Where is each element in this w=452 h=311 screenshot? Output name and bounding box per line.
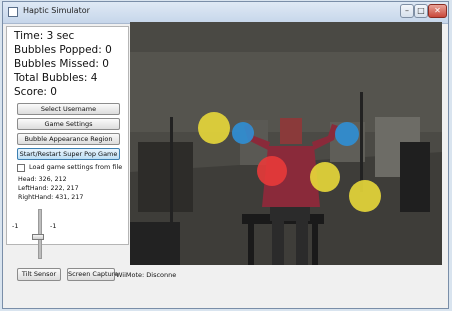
score-readout: Score: 0 (14, 86, 57, 98)
bubble-6 (349, 180, 381, 212)
select-username-button[interactable]: Select Username (17, 103, 120, 115)
load-settings-label: Load game settings from file (29, 163, 123, 171)
app-icon (8, 7, 18, 17)
load-settings-checkbox[interactable] (17, 164, 25, 172)
camera-view[interactable] (130, 22, 442, 265)
right-hand-position: RightHand: 431, 217 (18, 194, 84, 201)
bubbles-missed-readout: Bubbles Missed: 0 (14, 58, 109, 70)
tilt-sensor-button[interactable]: Tilt Sensor (17, 268, 61, 281)
bubble-5 (335, 122, 359, 146)
wiimote-status: WiiMote: Disconnected (116, 271, 176, 279)
close-button[interactable]: ✕ (428, 4, 447, 18)
minimize-button[interactable]: – (400, 4, 414, 18)
game-settings-button[interactable]: Game Settings (17, 118, 120, 130)
title-bar[interactable]: Haptic Simulator – □ ✕ (3, 2, 448, 24)
window-title: Haptic Simulator (23, 6, 90, 15)
bubbles-popped-readout: Bubbles Popped: 0 (14, 44, 112, 56)
game-panel: Time: 3 sec Bubbles Popped: 0 Bubbles Mi… (6, 26, 129, 245)
start-restart-button[interactable]: Start/Restart Super Pop Game (17, 148, 120, 160)
camera-scene (130, 22, 442, 265)
head-position: Head: 326, 212 (18, 176, 67, 183)
tilt-max-label: -1 (50, 222, 57, 230)
screen-capture-button[interactable]: Screen Capture (67, 268, 118, 281)
time-readout: Time: 3 sec (14, 30, 75, 42)
bubble-4 (310, 162, 340, 192)
total-bubbles-readout: Total Bubbles: 4 (14, 72, 98, 84)
bubble-2 (232, 122, 254, 144)
bubble-1 (198, 112, 230, 144)
bubble-3 (257, 156, 287, 186)
maximize-button[interactable]: □ (414, 4, 428, 18)
person-head (280, 118, 302, 144)
left-hand-position: LeftHand: 222, 217 (18, 185, 79, 192)
tilt-slider-thumb[interactable] (32, 234, 44, 240)
bubble-region-button[interactable]: Bubble Appearance Region (17, 133, 120, 145)
tilt-min-label: -1 (12, 222, 19, 230)
